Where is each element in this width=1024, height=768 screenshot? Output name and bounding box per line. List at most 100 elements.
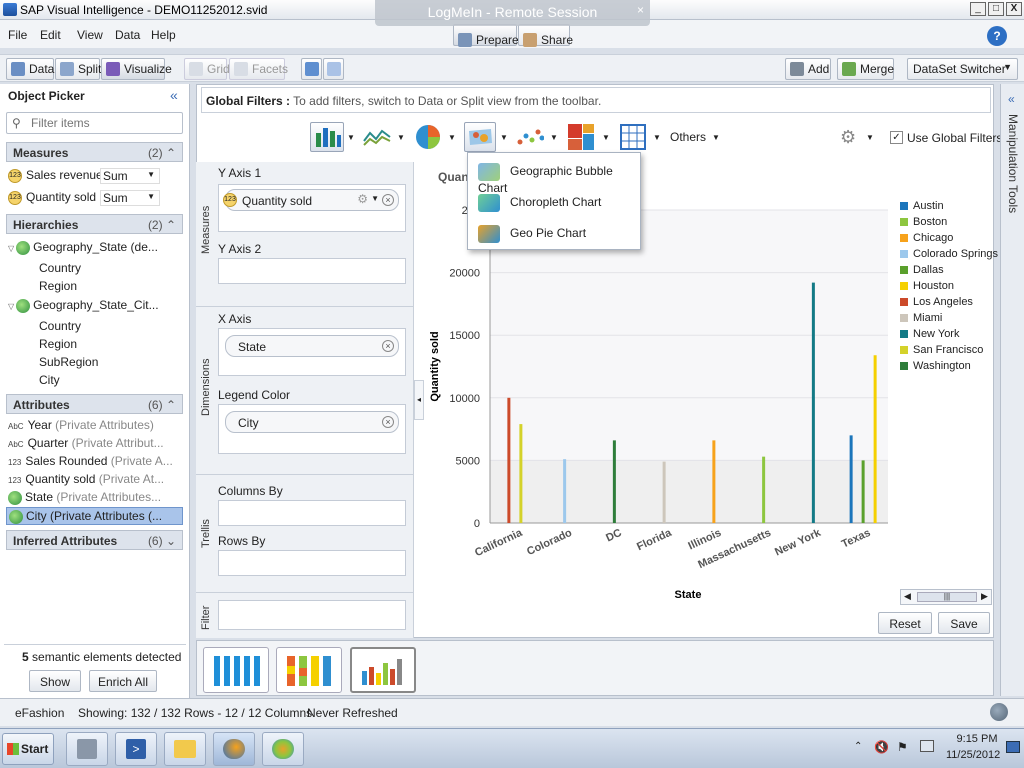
hierarchies-section-header[interactable]: Hierarchies (2) ⌃ [6, 214, 183, 234]
legend-item[interactable]: Boston [900, 216, 947, 228]
close-icon[interactable]: × [637, 0, 644, 22]
remove-icon[interactable]: × [382, 416, 394, 428]
pie-chart-icon[interactable] [414, 124, 442, 150]
attribute-item[interactable]: AbC Quarter (Private Attribut... [8, 436, 183, 450]
attribute-item[interactable]: AbC Year (Private Attributes) [8, 418, 183, 432]
city-pill[interactable]: City × [225, 411, 399, 433]
legend-item[interactable]: Miami [900, 312, 942, 324]
grid-button[interactable]: Grid [184, 58, 230, 80]
filter-items-input[interactable]: ⚲ [6, 112, 183, 134]
prepare-button[interactable]: Prepare [453, 24, 519, 47]
share-button[interactable]: Share [518, 24, 573, 47]
split-view-button[interactable]: Split [55, 58, 101, 80]
save-button[interactable]: Save [938, 612, 990, 634]
measures-section-header[interactable]: Measures (2) ⌃ [6, 142, 183, 162]
scroll-right-icon[interactable]: ▶ [981, 591, 988, 602]
inferred-attributes-section-header[interactable]: Inferred Attributes (6) ⌄ [6, 530, 183, 550]
visualization-thumbnail-selected[interactable] [350, 647, 416, 693]
facets-button[interactable]: Facets [229, 58, 288, 80]
data-view-button[interactable]: Data [6, 58, 54, 80]
legend-item[interactable]: Washington [900, 360, 971, 372]
aggregation-select[interactable]: Sum ▼ [100, 190, 160, 206]
chevron-down-icon[interactable]: ▼ [448, 133, 456, 142]
chevron-down-icon[interactable]: ▼ [602, 133, 610, 142]
visualization-thumbnail[interactable] [203, 647, 269, 693]
legend-item[interactable]: Houston [900, 280, 954, 292]
attribute-item[interactable]: 123 Sales Rounded (Private A... [8, 454, 183, 468]
gear-icon[interactable]: ⚙ [357, 192, 368, 206]
scatter-chart-icon[interactable] [516, 126, 544, 148]
maximize-button[interactable]: □ [988, 2, 1004, 16]
scroll-thumb[interactable]: ||| [917, 592, 977, 602]
connection-status-icon[interactable] [990, 703, 1008, 721]
start-button[interactable]: Start [2, 733, 54, 765]
legend-item[interactable]: New York [900, 328, 959, 340]
redo-button[interactable] [323, 58, 344, 80]
enrich-all-button[interactable]: Enrich All [89, 670, 157, 692]
column-chart-button[interactable] [310, 122, 344, 152]
legend-color-dropzone[interactable]: City × [218, 404, 406, 454]
menu-help[interactable]: Help [151, 28, 176, 42]
dataset-switcher-dropdown[interactable]: DataSet Switcher ▼ [907, 58, 1018, 80]
remove-icon[interactable]: × [382, 340, 394, 352]
legend-item[interactable]: Dallas [900, 264, 944, 276]
show-hidden-icons[interactable]: ⌃ [854, 741, 862, 752]
collapse-left-icon[interactable]: « [170, 87, 178, 103]
show-desktop-icon[interactable] [1006, 741, 1020, 753]
expand-right-icon[interactable]: « [1008, 92, 1015, 106]
geographic-bubble-chart-item[interactable]: Geographic Bubble Chart [478, 163, 640, 195]
remove-icon[interactable]: × [382, 194, 394, 206]
chevron-down-icon[interactable]: ▼ [653, 133, 661, 142]
table-chart-icon[interactable] [620, 124, 646, 150]
chevron-down-icon[interactable]: ▼ [550, 133, 558, 142]
hierarchy-item[interactable]: ▽ Geography_State_Cit... [8, 298, 183, 313]
visualize-view-button[interactable]: Visualize [101, 58, 172, 80]
taskbar-powershell[interactable]: > [115, 732, 157, 766]
choropleth-chart-item[interactable]: Choropleth Chart [478, 194, 601, 212]
hierarchy-item[interactable]: ▽ Geography_State (de... [8, 240, 183, 255]
horizontal-scrollbar[interactable]: ◀ ||| ▶ [900, 589, 992, 605]
treemap-chart-icon[interactable] [568, 124, 594, 150]
aggregation-select[interactable]: Sum ▼ [100, 168, 160, 184]
menu-file[interactable]: File [8, 28, 27, 42]
y-axis-2-dropzone[interactable] [218, 258, 406, 284]
show-button[interactable]: Show [29, 670, 81, 692]
chevron-down-icon[interactable]: ▼ [397, 133, 405, 142]
attribute-item[interactable]: 123 Quantity sold (Private At... [8, 472, 183, 486]
volume-muted-icon[interactable]: 🔇 [874, 740, 889, 754]
close-button[interactable]: X [1006, 2, 1022, 16]
line-chart-icon[interactable] [362, 125, 392, 149]
filter-dropzone[interactable] [218, 600, 406, 630]
hierarchy-level[interactable]: Country [39, 261, 81, 275]
legend-item[interactable]: Los Angeles [900, 296, 973, 308]
help-icon[interactable]: ? [987, 26, 1007, 46]
reset-button[interactable]: Reset [878, 612, 932, 634]
undo-button[interactable] [301, 58, 322, 80]
hierarchy-level[interactable]: City [39, 373, 60, 387]
chevron-down-icon[interactable]: ▼ [347, 133, 355, 142]
legend-item[interactable]: Austin [900, 200, 944, 212]
others-menu[interactable]: Others [670, 130, 706, 144]
chevron-down-icon[interactable]: ▼ [712, 133, 720, 142]
geo-chart-button[interactable] [464, 122, 496, 152]
attribute-item-selected[interactable]: City (Private Attributes (... [6, 507, 183, 525]
taskbar-paint[interactable] [262, 732, 304, 766]
filter-items-field[interactable] [31, 116, 176, 130]
chevron-down-icon[interactable]: ▼ [371, 194, 379, 203]
add-button[interactable]: Add [785, 58, 831, 80]
visualization-thumbnail[interactable] [276, 647, 342, 693]
menu-edit[interactable]: Edit [40, 28, 61, 42]
action-center-flag-icon[interactable]: ⚑ [897, 740, 908, 754]
merge-button[interactable]: Merge [837, 58, 894, 80]
geo-pie-chart-item[interactable]: Geo Pie Chart [478, 225, 586, 243]
quantity-sold-pill[interactable]: 123 Quantity sold ⚙ ▼ × [223, 189, 399, 211]
menu-view[interactable]: View [77, 28, 103, 42]
use-global-filters-checkbox[interactable]: ✓ [890, 131, 903, 144]
legend-item[interactable]: Colorado Springs [900, 248, 998, 260]
hierarchy-level[interactable]: Region [39, 279, 77, 293]
taskbar-explorer[interactable] [164, 732, 206, 766]
scroll-left-icon[interactable]: ◀ [904, 591, 911, 602]
legend-item[interactable]: Chicago [900, 232, 953, 244]
legend-item[interactable]: San Francisco [900, 344, 983, 356]
attributes-section-header[interactable]: Attributes (6) ⌃ [6, 394, 183, 414]
